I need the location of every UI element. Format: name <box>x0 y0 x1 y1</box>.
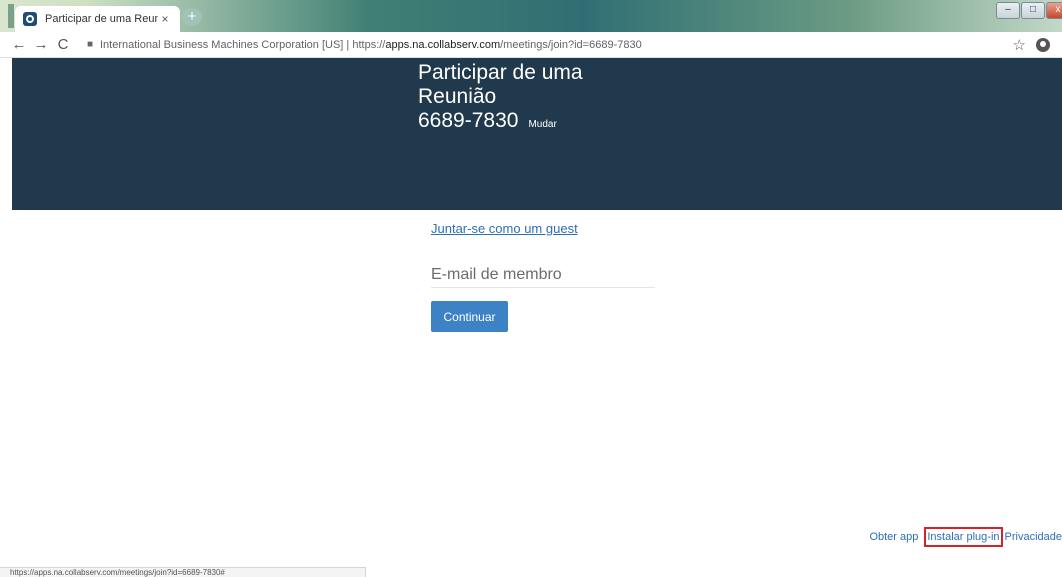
url-host: apps.na.collabserv.com <box>385 38 501 51</box>
continue-button[interactable]: Continuar <box>431 301 508 332</box>
browser-tab[interactable]: Participar de uma Reunião × <box>15 6 180 32</box>
change-meeting-link[interactable]: Mudar <box>528 119 556 130</box>
certificate-owner: International Business Machines Corporat… <box>100 38 344 51</box>
forward-icon[interactable]: → <box>30 36 52 53</box>
browser-title-bar: Participar de uma Reunião × + – □ x <box>0 0 1062 32</box>
tab-title: Participar de uma Reunião <box>45 13 158 25</box>
meeting-id: 6689-7830 <box>418 109 519 132</box>
address-separator: | <box>346 38 350 51</box>
tab-close-icon[interactable]: × <box>158 12 172 26</box>
lock-icon[interactable]: ■ <box>84 39 96 50</box>
window-controls: – □ x <box>996 2 1062 19</box>
footer-links: Obter app Instalar plug-in Privacidade <box>869 527 1062 547</box>
url-path: /meetings/join?id=6689-7830 <box>500 38 642 51</box>
install-plugin-link[interactable]: Instalar plug-in <box>924 527 1003 547</box>
status-bar-url: https://apps.na.collabserv.com/meetings/… <box>0 567 366 577</box>
page-title: Participar de uma Reunião <box>418 61 583 108</box>
profile-icon[interactable] <box>1036 37 1050 52</box>
minimize-button[interactable]: – <box>996 2 1020 19</box>
back-icon[interactable]: ← <box>8 36 30 53</box>
member-email-field[interactable] <box>431 262 655 288</box>
maximize-button[interactable]: □ <box>1021 2 1045 19</box>
get-app-link[interactable]: Obter app <box>869 531 918 543</box>
title-bar-accent <box>8 4 14 28</box>
privacy-link[interactable]: Privacidade <box>1005 531 1062 543</box>
meeting-id-row: 6689-7830 Mudar <box>418 109 557 133</box>
new-tab-button[interactable]: + <box>182 8 202 26</box>
browser-toolbar: ← → C ■ International Business Machines … <box>0 32 1062 58</box>
favicon-icon <box>23 12 37 26</box>
url-scheme: https:// <box>352 38 386 51</box>
close-window-button[interactable]: x <box>1046 2 1062 19</box>
join-as-guest-link[interactable]: Juntar-se como um guest <box>431 221 578 236</box>
reload-icon[interactable]: C <box>52 36 74 53</box>
bookmark-star-icon[interactable]: ☆ <box>1013 36 1026 54</box>
address-bar[interactable]: International Business Machines Corporat… <box>100 39 642 51</box>
